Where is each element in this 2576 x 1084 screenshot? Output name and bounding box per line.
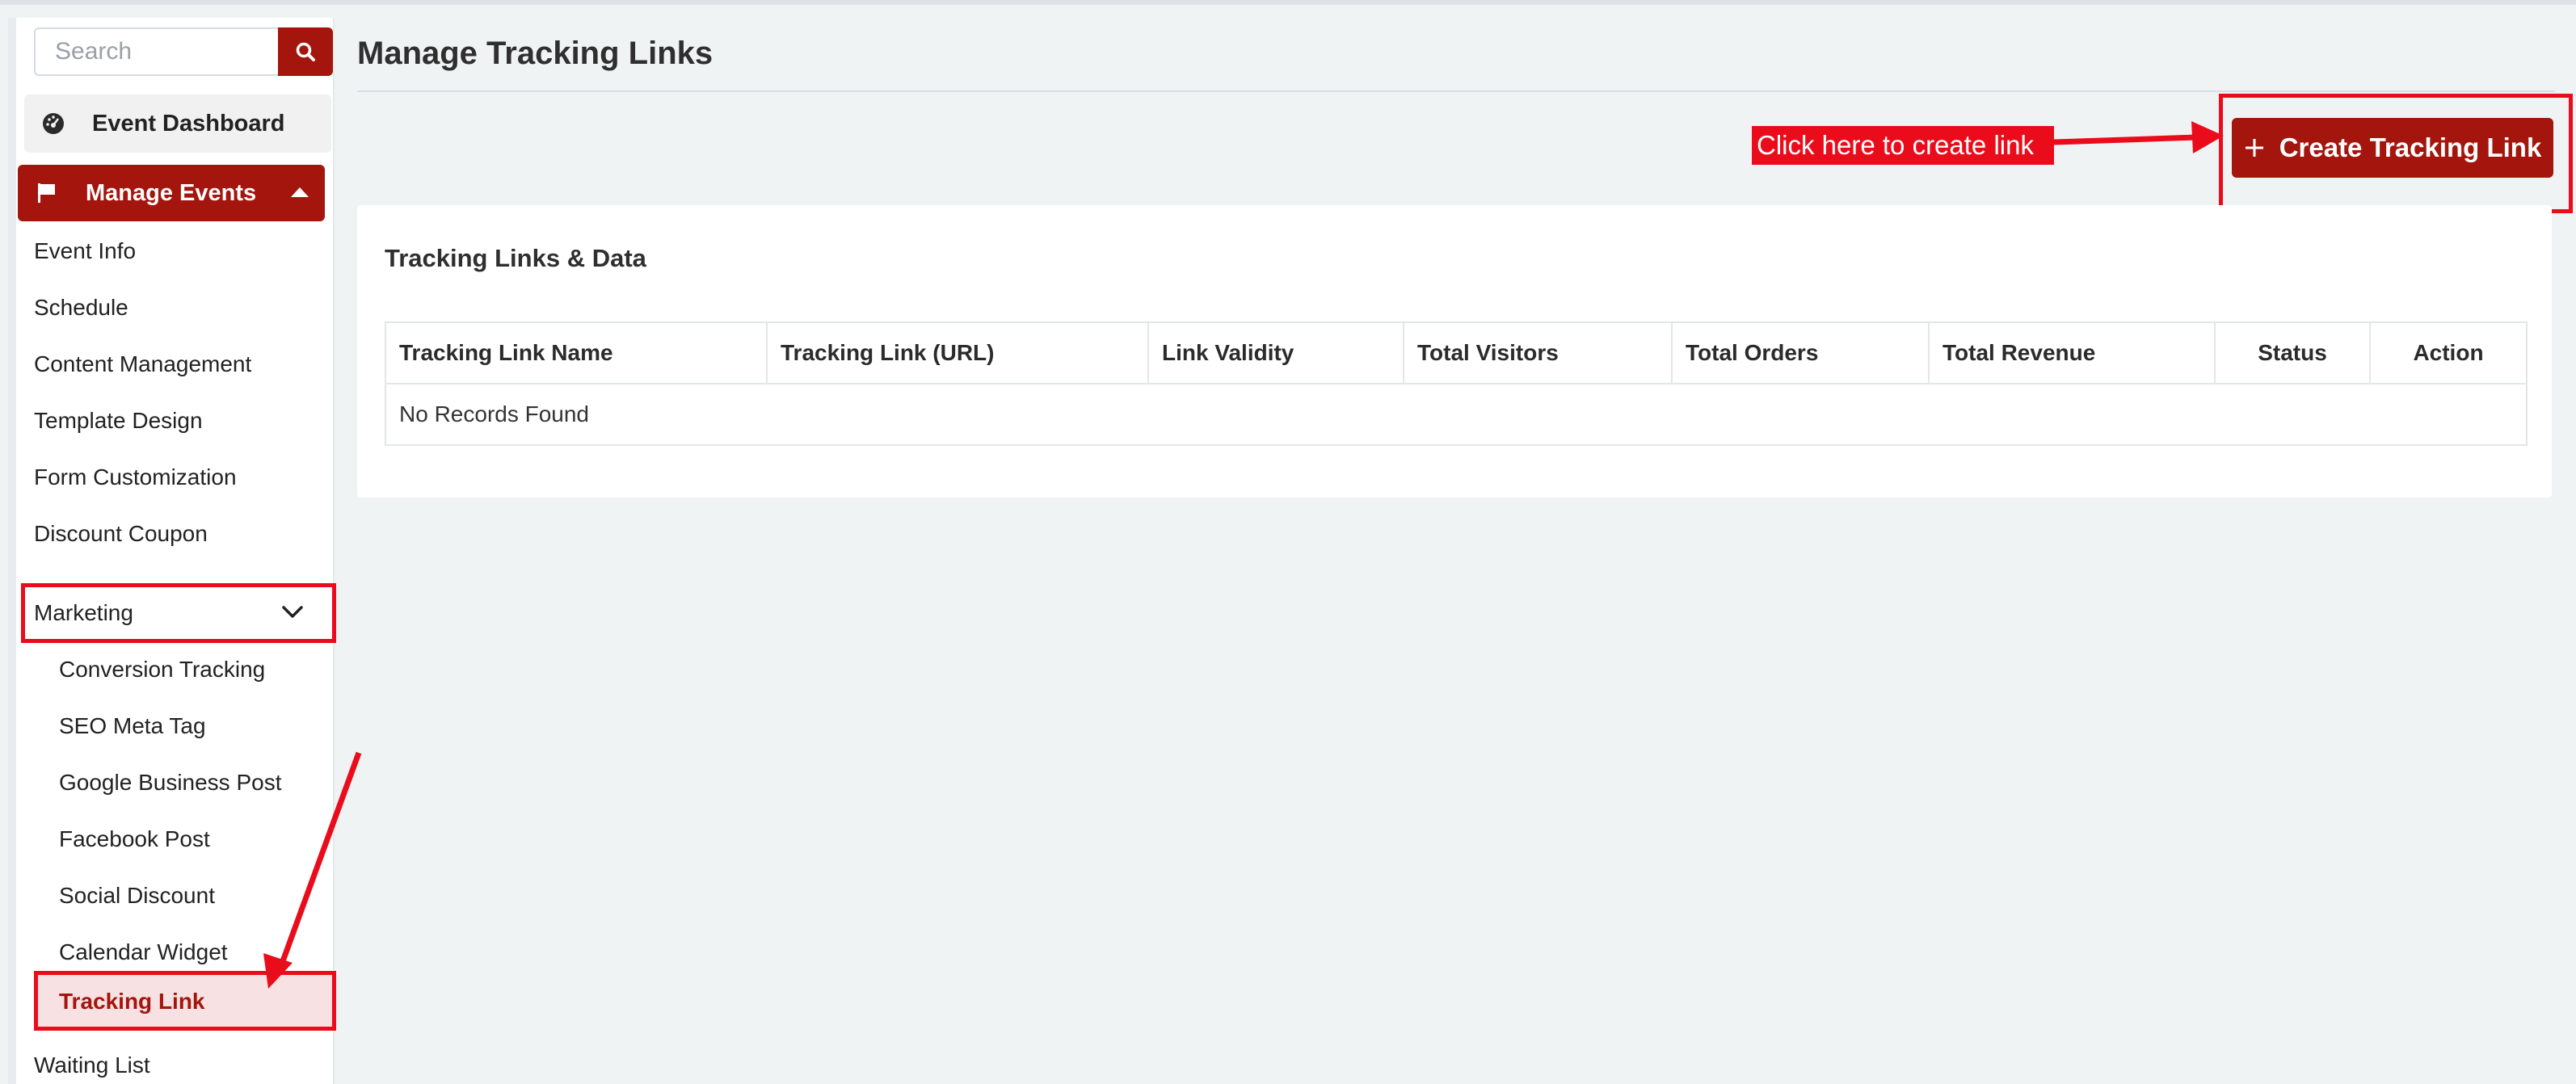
sidebar-item-facebook-post[interactable]: Facebook Post [59,819,210,859]
sidebar-item-label: Manage Events [86,179,257,206]
sidebar-item-waiting-list[interactable]: Waiting List [34,1045,150,1084]
search-input[interactable] [34,27,278,76]
column-header[interactable]: Total Revenue [1928,321,2216,384]
title-divider [357,90,2555,92]
sidebar-item-discount-coupon[interactable]: Discount Coupon [34,514,208,554]
column-header[interactable]: Tracking Link (URL) [766,321,1149,384]
flag-icon [36,181,60,205]
annotation-arrow-create [2053,134,2197,145]
chevron-down-icon [282,606,303,618]
sidebar-item-tracking-link[interactable]: Tracking Link [34,971,336,1031]
card-title: Tracking Links & Data [385,244,646,272]
top-border [0,0,2576,5]
annotation-callout: Click here to create link [1752,126,2054,165]
sidebar-item-schedule[interactable]: Schedule [34,288,128,328]
sidebar-item-content-management[interactable]: Content Management [34,344,251,384]
sidebar-item-label: Tracking Link [59,989,205,1014]
tracking-links-table: Tracking Link Name Tracking Link (URL) L… [385,321,2528,446]
sidebar-item-google-business-post[interactable]: Google Business Post [59,763,282,803]
sidebar-item-manage-events[interactable]: Manage Events [18,165,325,221]
sidebar-item-conversion-tracking[interactable]: Conversion Tracking [59,649,265,690]
column-header[interactable]: Link Validity [1147,321,1404,384]
caret-up-icon [291,187,309,197]
search-button[interactable] [278,27,333,76]
search-bar [34,27,333,76]
annotation-arrows [263,121,2224,989]
column-header[interactable]: Status [2214,321,2371,384]
plus-icon [2245,139,2263,157]
page-title: Manage Tracking Links [357,36,713,71]
sidebar-item-event-dashboard[interactable]: Event Dashboard [24,95,331,153]
column-header[interactable]: Total Visitors [1403,321,1673,384]
sidebar-item-label: Event Dashboard [92,110,285,137]
sidebar-item-event-info[interactable]: Event Info [34,231,136,271]
column-header: Action [2369,321,2528,384]
table-header-row: Tracking Link Name Tracking Link (URL) L… [385,321,2528,384]
create-tracking-link-button[interactable]: Create Tracking Link [2232,118,2553,178]
sidebar-item-calendar-widget[interactable]: Calendar Widget [59,932,228,973]
sidebar-item-form-customization[interactable]: Form Customization [34,457,237,498]
sidebar-item-template-design[interactable]: Template Design [34,401,203,441]
column-header[interactable]: Total Orders [1671,321,1930,384]
empty-state-text: No Records Found [385,383,2528,446]
sidebar-item-seo-meta-tag[interactable]: SEO Meta Tag [59,706,206,746]
create-button-label: Create Tracking Link [2279,132,2542,162]
sidebar-item-marketing[interactable]: Marketing [34,593,133,633]
dashboard-icon [42,111,66,136]
tracking-links-card: Tracking Links & Data Tracking Link Name… [357,205,2552,498]
column-header[interactable]: Tracking Link Name [385,321,768,384]
sidebar-item-social-discount[interactable]: Social Discount [59,876,215,916]
sidebar: Event Dashboard Manage Events Event Info… [8,18,336,1084]
search-icon [296,42,315,61]
table-row: No Records Found [385,383,2528,446]
